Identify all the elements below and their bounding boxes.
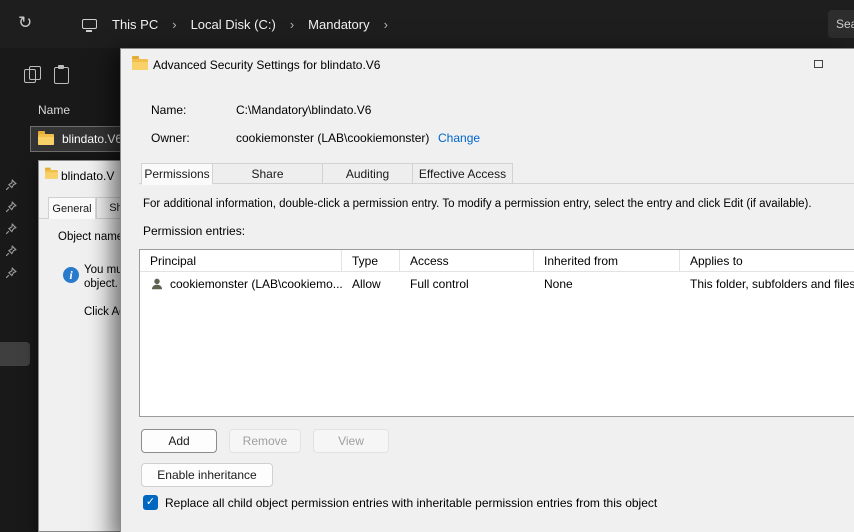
sidebar-selected-item[interactable] <box>0 342 30 366</box>
breadcrumb: This PC › Local Disk (C:) › Mandatory › <box>80 0 397 48</box>
pin-icon[interactable] <box>4 222 18 236</box>
tab-general[interactable]: General <box>48 197 96 219</box>
pin-icon[interactable] <box>4 244 18 258</box>
this-pc-icon <box>82 19 97 32</box>
maximize-button[interactable] <box>797 49 839 79</box>
breadcrumb-this-pc[interactable]: This PC <box>107 13 163 36</box>
table-row[interactable]: cookiemonster (LAB\cookiemo... Allow Ful… <box>140 272 854 296</box>
check-icon: ✓ <box>145 496 156 508</box>
pin-icon[interactable] <box>4 200 18 214</box>
user-icon <box>151 278 163 290</box>
folder-icon <box>132 56 148 70</box>
cell-type: Allow <box>352 277 381 291</box>
replace-permissions-checkbox[interactable]: ✓ <box>143 495 158 510</box>
permission-entries-table: Principal Type Access Inherited from App… <box>139 249 854 417</box>
pin-icon[interactable] <box>4 178 18 192</box>
permission-entries-label: Permission entries: <box>143 224 246 238</box>
properties-dialog-title: blindato.V <box>61 169 115 183</box>
view-button[interactable]: View <box>313 429 389 453</box>
principal-text: cookiemonster (LAB\cookiemo... <box>170 277 342 291</box>
cell-inherited-from: None <box>544 277 573 291</box>
pin-icon[interactable] <box>4 266 18 280</box>
security-tabs: Permissions Share Auditing Effective Acc… <box>141 163 513 185</box>
header-inherited-from[interactable]: Inherited from <box>534 250 680 272</box>
maximize-icon <box>813 60 823 68</box>
tab-auditing[interactable]: Auditing <box>323 163 413 184</box>
file-row-selected[interactable]: blindato.V6 <box>30 126 124 152</box>
chevron-right-icon[interactable]: › <box>163 17 185 32</box>
dialog-title: Advanced Security Settings for blindato.… <box>153 58 381 72</box>
add-button[interactable]: Add <box>141 429 217 453</box>
paste-icon[interactable] <box>52 65 70 84</box>
cell-applies-to: This folder, subfolders and files <box>690 277 854 291</box>
table-header-row: Principal Type Access Inherited from App… <box>140 250 854 272</box>
owner-value: cookiemonster (LAB\cookiemonster) <box>236 131 430 145</box>
file-name-label: blindato.V6 <box>62 132 123 146</box>
advanced-security-dialog: Advanced Security Settings for blindato.… <box>120 48 854 532</box>
replace-permissions-label: Replace all child object permission entr… <box>165 496 658 510</box>
enable-inheritance-button[interactable]: Enable inheritance <box>141 463 273 487</box>
dialog-titlebar[interactable]: Advanced Security Settings for blindato.… <box>121 49 854 79</box>
column-header-name[interactable]: Name <box>38 103 70 117</box>
search-input[interactable]: Sea <box>828 10 854 38</box>
permissions-warning-line2: object. <box>84 278 118 290</box>
breadcrumb-mandatory[interactable]: Mandatory <box>303 13 374 36</box>
change-owner-link[interactable]: Change <box>438 131 480 145</box>
permissions-info-text: For additional information, double-click… <box>143 198 812 210</box>
copy-icon[interactable] <box>24 66 42 84</box>
owner-label: Owner: <box>151 131 190 145</box>
remove-button[interactable]: Remove <box>229 429 301 453</box>
tab-effective-access[interactable]: Effective Access <box>413 163 513 184</box>
folder-icon <box>38 130 54 145</box>
cell-access: Full control <box>410 277 469 291</box>
refresh-icon[interactable]: ↻ <box>18 13 32 33</box>
chevron-right-icon[interactable]: › <box>281 17 303 32</box>
header-principal[interactable]: Principal <box>140 250 342 272</box>
name-label: Name: <box>151 103 187 117</box>
header-type[interactable]: Type <box>342 250 400 272</box>
tab-permissions[interactable]: Permissions <box>141 163 213 185</box>
breadcrumb-local-disk[interactable]: Local Disk (C:) <box>186 13 281 36</box>
explorer-address-bar: ↻ This PC › Local Disk (C:) › Mandatory … <box>0 0 854 48</box>
folder-icon <box>45 167 58 179</box>
object-name-label: Object name: <box>58 231 127 243</box>
header-access[interactable]: Access <box>400 250 534 272</box>
cell-principal: cookiemonster (LAB\cookiemo... <box>140 277 342 291</box>
tab-share[interactable]: Share <box>213 163 323 184</box>
chevron-right-icon[interactable]: › <box>375 17 397 32</box>
name-value: C:\Mandatory\blindato.V6 <box>236 103 372 117</box>
header-applies-to[interactable]: Applies to <box>680 250 854 272</box>
info-icon <box>63 267 79 283</box>
